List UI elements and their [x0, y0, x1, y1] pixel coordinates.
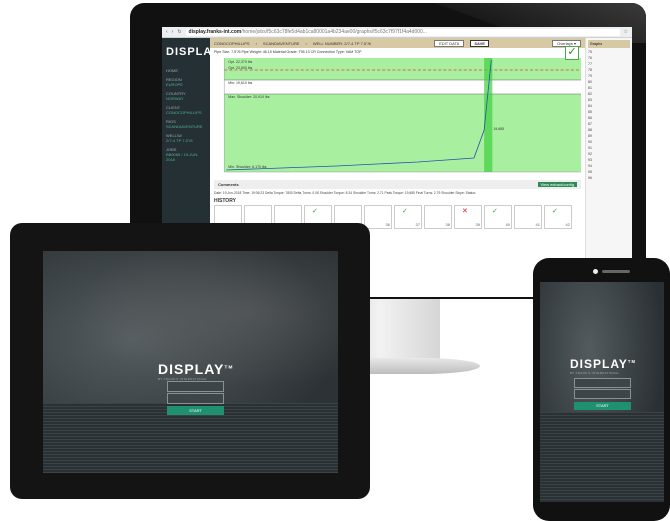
shoulder-band: [224, 94, 581, 172]
thumbnail-number: 37: [415, 222, 420, 227]
thumbnail-number: 38: [445, 222, 450, 227]
sidebar-item[interactable]: COUNTRY NORWAY: [162, 89, 210, 103]
graph-list-item[interactable]: 96: [588, 176, 630, 182]
sidebar-item[interactable]: CLIENT CONOCOPHILLIPS: [162, 103, 210, 117]
min-label: Min: 19,610 lbs: [228, 81, 252, 85]
min-shoulder-label: Min. Shoulder: 6,170 lbs: [228, 165, 267, 169]
browser-toolbar: ‹ › ↻ display.franks-int.com/home/jobs/f…: [162, 27, 632, 38]
torque-chart: ✓ Opt. 22,370 lbs Opt. 23,500 lbs Min: 1…: [214, 46, 581, 176]
address-bar[interactable]: display.franks-int.com/home/jobs/f5c63c7…: [185, 28, 620, 36]
history-thumbnail[interactable]: ✓ 40: [484, 205, 512, 229]
sidebar-item-value: SCANDIAVENTURE: [166, 124, 203, 129]
sidebar-item[interactable]: JOBS BB6066 / 19-JUN-2018: [162, 145, 210, 164]
optimum-band: [224, 58, 581, 80]
thumbnail-number: 36: [385, 222, 390, 227]
phone-password-field[interactable]: [574, 389, 631, 399]
star-icon[interactable]: ☆: [624, 29, 628, 35]
brand-logo[interactable]: DISPLAYTM: [162, 42, 225, 66]
sidebar-item-value: NORWAY: [166, 96, 184, 101]
approved-icon: ✓: [492, 208, 498, 215]
sidebar-item[interactable]: HOME: [162, 66, 210, 75]
thumbnail-number: 39: [475, 222, 480, 227]
back-icon[interactable]: ‹: [166, 29, 168, 35]
comments-bar: Comments View extract/config: [214, 180, 581, 189]
view-extract-button[interactable]: View extract/config: [537, 182, 577, 187]
approved-icon: ✓: [312, 208, 318, 215]
save-button[interactable]: SAVE: [470, 39, 489, 47]
phone-login-screen: DISPLAYTM BY FRANK'S INTERNATIONAL START: [540, 282, 664, 502]
max-shoulder-label: Max. Shoulder: 20,910 lbs: [228, 95, 269, 99]
chevron-right-icon: ›: [305, 40, 307, 46]
username-field[interactable]: [167, 381, 224, 392]
sidebar-item-label: HOME: [166, 68, 178, 73]
tablet-device: DISPLAYTM BY FRANK'S INTERNATIONAL START: [10, 223, 370, 499]
thumbnail-number: 41: [535, 222, 540, 227]
sidebar-item[interactable]: REGION EUROPE: [162, 75, 210, 89]
reload-icon[interactable]: ↻: [177, 29, 181, 35]
approved-check-icon[interactable]: ✓: [565, 46, 579, 60]
opt-label: Opt. 22,370 lbs: [228, 60, 252, 64]
band-gap: [224, 80, 581, 94]
phone-login-tagline: BY FRANK'S INTERNATIONAL: [570, 371, 620, 375]
thumbnail-number: 42: [565, 222, 570, 227]
breadcrumb-client[interactable]: CONOCOPHILLIPS: [214, 41, 250, 46]
approved-icon: ✓: [552, 208, 558, 215]
sidebar-item[interactable]: WELLS# 2/7-4 TP 7.5"/6: [162, 131, 210, 145]
breadcrumb-well[interactable]: WELL NUMBER: 2/7-4 TP 7.5"/6: [313, 41, 371, 46]
sidebar-item-value: BB6066 / 19-JUN-2018: [166, 152, 199, 162]
history-title: HISTORY: [214, 198, 236, 204]
sidebar-item-value: 2/7-4 TP 7.5"/6: [166, 138, 193, 143]
opt2-label: Opt. 23,500 lbs: [228, 66, 252, 70]
peak-label: 19,685: [493, 127, 504, 131]
history-thumbnail[interactable]: ✓ 37: [394, 205, 422, 229]
history-thumbnail[interactable]: ✓ 42: [544, 205, 572, 229]
rejected-icon: ✕: [462, 208, 468, 215]
edit-data-button[interactable]: EDIT DATA: [434, 39, 465, 47]
history-thumbnail[interactable]: 38: [424, 205, 452, 229]
graphs-header: Graphs: [588, 40, 630, 48]
torque-plot: Opt. 22,370 lbs Opt. 23,500 lbs Min: 19,…: [223, 58, 581, 173]
pipe-specs: Pipe Size: 7.5"/6 Pipe Weight: 46.15 Mat…: [214, 50, 362, 54]
sidebar-item[interactable]: RIGS SCANDIAVENTURE: [162, 117, 210, 131]
breadcrumb-rig[interactable]: SCANDIAVENTURE: [263, 41, 300, 46]
forward-icon[interactable]: ›: [172, 29, 174, 35]
thumbnail-number: 40: [505, 222, 510, 227]
start-button[interactable]: START: [167, 406, 224, 415]
camera-icon: [593, 269, 598, 274]
connection-meta: Date: 19-Jun-2018 Time: 19:06:23 Delta T…: [214, 191, 476, 195]
password-field[interactable]: [167, 393, 224, 404]
history-thumbnail[interactable]: 41: [514, 205, 542, 229]
tablet-login-screen: DISPLAYTM BY FRANK'S INTERNATIONAL START: [43, 251, 338, 473]
phone-start-button[interactable]: START: [574, 402, 631, 410]
sidebar-item-value: EUROPE: [166, 82, 183, 87]
phone-device: DISPLAYTM BY FRANK'S INTERNATIONAL START: [533, 258, 670, 521]
comments-label: Comments: [218, 182, 239, 187]
approved-icon: ✓: [402, 208, 408, 215]
phone-username-field[interactable]: [574, 378, 631, 388]
login-logo: DISPLAYTM: [158, 361, 234, 377]
sidebar-item-value: CONOCOPHILLIPS: [166, 110, 202, 115]
history-thumbnail[interactable]: 36: [364, 205, 392, 229]
phone-login-logo: DISPLAYTM: [570, 357, 636, 371]
history-thumbnail[interactable]: ✕ 39: [454, 205, 482, 229]
speaker-grille: [602, 270, 630, 273]
breadcrumb: CONOCOPHILLIPS › SCANDIAVENTURE › WELL N…: [210, 38, 585, 48]
chevron-right-icon: ›: [255, 40, 257, 46]
